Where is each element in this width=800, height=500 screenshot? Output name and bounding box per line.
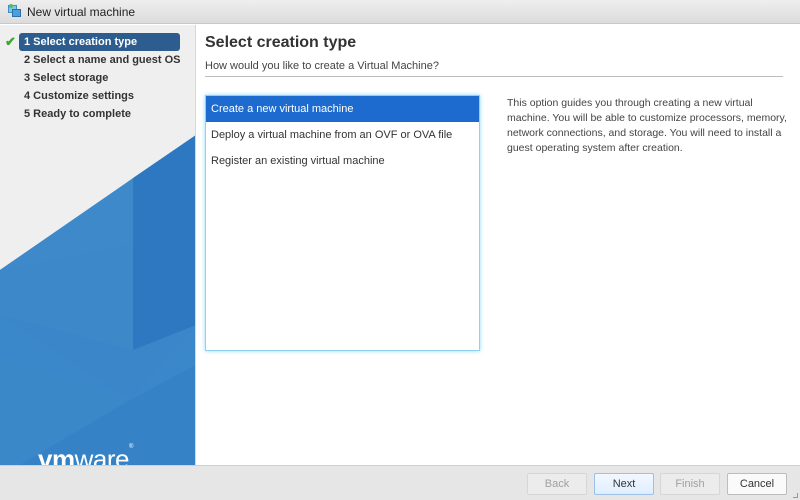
option-deploy-from-ovf-ova[interactable]: Deploy a virtual machine from an OVF or … — [206, 122, 479, 148]
step-label: 1 Select creation type — [24, 36, 138, 48]
vmware-logo: vmware® — [38, 444, 133, 465]
logo-bold-part: vm — [38, 444, 75, 465]
next-button[interactable]: Next — [594, 473, 654, 495]
divider — [205, 76, 783, 77]
window-title: New virtual machine — [27, 4, 136, 19]
resize-grip-icon[interactable] — [793, 493, 798, 498]
step-select-creation-type[interactable]: ✔ 1 Select creation type — [5, 33, 180, 51]
new-vm-dialog: New virtual machine ✔ 1 Select creation … — [0, 0, 800, 500]
wizard-content: Select creation type How would you like … — [197, 25, 800, 465]
option-register-existing-vm[interactable]: Register an existing virtual machine — [206, 148, 479, 174]
step-label: 3 Select storage — [24, 72, 109, 84]
step-customize-settings[interactable]: 4 Customize settings — [0, 87, 195, 105]
logo-registered-mark: ® — [128, 444, 133, 450]
step-select-storage[interactable]: 3 Select storage — [0, 69, 195, 87]
step-ready-to-complete[interactable]: 5 Ready to complete — [0, 105, 195, 123]
virtual-machine-icon — [8, 4, 22, 18]
creation-type-list[interactable]: Create a new virtual machine Deploy a vi… — [205, 95, 480, 351]
logo-light-part: ware — [74, 444, 130, 465]
step-label: 5 Ready to complete — [24, 108, 131, 120]
step-label: 4 Customize settings — [24, 90, 135, 102]
wizard-steps: ✔ 1 Select creation type 2 Select a name… — [0, 25, 195, 123]
title-bar: New virtual machine — [0, 0, 800, 24]
page-title: Select creation type — [205, 34, 357, 51]
back-button[interactable]: Back — [527, 473, 587, 495]
page-subtitle: How would you like to create a Virtual M… — [205, 60, 439, 72]
wizard-footer: Back Next Finish Cancel — [0, 465, 800, 500]
wizard-sidebar: ✔ 1 Select creation type 2 Select a name… — [0, 25, 196, 465]
checkmark-icon: ✔ — [5, 34, 16, 49]
step-select-name-and-guest-os[interactable]: 2 Select a name and guest OS — [0, 51, 195, 69]
cancel-button[interactable]: Cancel — [727, 473, 787, 495]
option-create-new-vm[interactable]: Create a new virtual machine — [206, 96, 479, 122]
option-description: This option guides you through creating … — [507, 97, 787, 154]
step-label: 2 Select a name and guest OS — [24, 54, 181, 66]
finish-button[interactable]: Finish — [660, 473, 720, 495]
